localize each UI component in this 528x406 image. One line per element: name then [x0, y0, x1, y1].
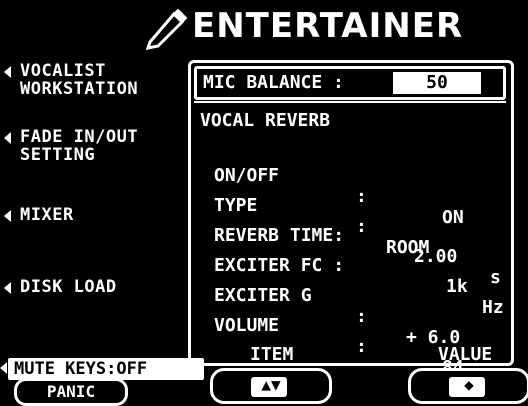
- item-label: ITEM: [250, 344, 294, 365]
- pencil-icon: [145, 8, 188, 50]
- param-label: VOLUME: [214, 315, 280, 336]
- vocalist-workstation-button[interactable]: VOCALIST WORKSTATION: [4, 62, 138, 116]
- up-down-arrow-icon: ◆: [464, 375, 474, 394]
- mic-balance-row[interactable]: MIC BALANCE : 50: [194, 66, 506, 100]
- divider: [194, 101, 506, 103]
- button-label: MIXER: [20, 205, 74, 225]
- panic-button[interactable]: PANIC: [14, 378, 128, 406]
- fade-in-out-setting-button[interactable]: FADE IN/OUT SETTING: [4, 128, 138, 182]
- param-sep: :: [356, 336, 367, 357]
- left-arrow-icon: [4, 210, 11, 222]
- header: ENTERTAINER: [0, 0, 528, 50]
- mic-balance-label: MIC BALANCE :: [203, 72, 344, 93]
- disk-load-button[interactable]: DISK LOAD: [4, 278, 116, 332]
- value-dial[interactable]: ◆: [408, 368, 528, 404]
- button-label: VOCALIST WORKSTATION: [20, 61, 139, 99]
- mixer-button[interactable]: MIXER: [4, 206, 73, 260]
- left-arrow-icon: [4, 66, 11, 78]
- button-label: FADE IN/OUT SETTING: [20, 127, 139, 165]
- volume-row[interactable]: VOLUME : 84: [214, 294, 504, 378]
- left-arrow-icon: [4, 132, 11, 144]
- left-arrow-icon: [0, 362, 7, 374]
- button-label: DISK LOAD: [20, 277, 117, 297]
- mic-balance-value[interactable]: 50: [393, 72, 481, 94]
- up-down-arrow-icon: ▲▼: [261, 375, 281, 394]
- value-label: VALUE: [438, 344, 493, 365]
- vocal-reverb-title: VOCAL REVERB: [200, 110, 331, 131]
- item-selector[interactable]: ▲▼: [210, 368, 332, 404]
- page-title: ENTERTAINER: [192, 6, 464, 46]
- left-arrow-icon: [4, 282, 11, 294]
- mute-keys-button[interactable]: MUTE KEYS:OFF: [8, 358, 204, 380]
